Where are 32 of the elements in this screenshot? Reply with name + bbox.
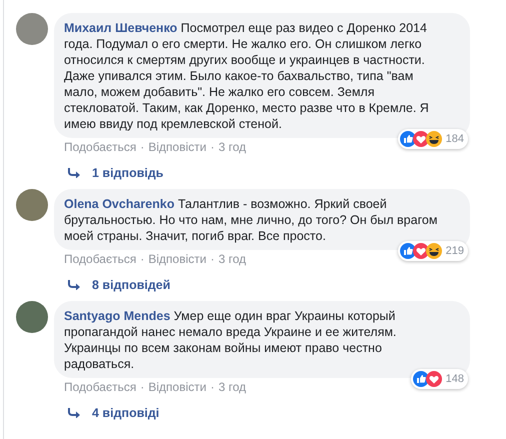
action-link[interactable]: Відповісти bbox=[148, 380, 206, 394]
action-link[interactable]: Подобається bbox=[64, 252, 136, 266]
action-link[interactable]: Відповісти bbox=[148, 252, 206, 266]
action-link[interactable]: Подобається bbox=[64, 380, 136, 394]
avatar[interactable] bbox=[16, 301, 48, 333]
action-link[interactable]: Відповісти bbox=[148, 140, 206, 154]
author-name[interactable]: Santyago Mendes bbox=[64, 309, 170, 323]
thumbs-up-icon bbox=[400, 243, 416, 259]
reply-arrow-icon bbox=[68, 168, 80, 178]
reply-arrow-icon bbox=[68, 408, 80, 418]
thumbs-up-icon bbox=[400, 131, 416, 147]
author-name[interactable]: Olena Ovcharenko bbox=[64, 197, 174, 211]
separator-dot: · bbox=[209, 140, 216, 154]
separator-dot: · bbox=[209, 252, 216, 266]
replies-link[interactable]: 4 відповіді bbox=[68, 406, 160, 420]
author-name[interactable]: Михаил Шевченко bbox=[64, 21, 178, 35]
separator-dot: · bbox=[139, 252, 146, 266]
timestamp: 3 год bbox=[218, 140, 246, 154]
replies-link[interactable]: 8 відповідей bbox=[68, 278, 170, 292]
avatar[interactable] bbox=[16, 13, 48, 45]
thumbs-up-icon bbox=[412, 371, 429, 387]
avatar[interactable] bbox=[16, 189, 48, 221]
laughing-face-icon bbox=[426, 131, 442, 147]
separator-dot: · bbox=[139, 140, 146, 154]
action-link[interactable]: Подобається bbox=[64, 140, 136, 154]
laughing-face-icon bbox=[426, 243, 442, 259]
timestamp: 3 год bbox=[218, 380, 246, 394]
separator-dot: · bbox=[209, 380, 216, 394]
separator-dot: · bbox=[139, 380, 146, 394]
timestamp: 3 год bbox=[218, 252, 246, 266]
replies-link[interactable]: 1 відповідь bbox=[68, 166, 164, 180]
reply-arrow-icon bbox=[68, 280, 80, 290]
